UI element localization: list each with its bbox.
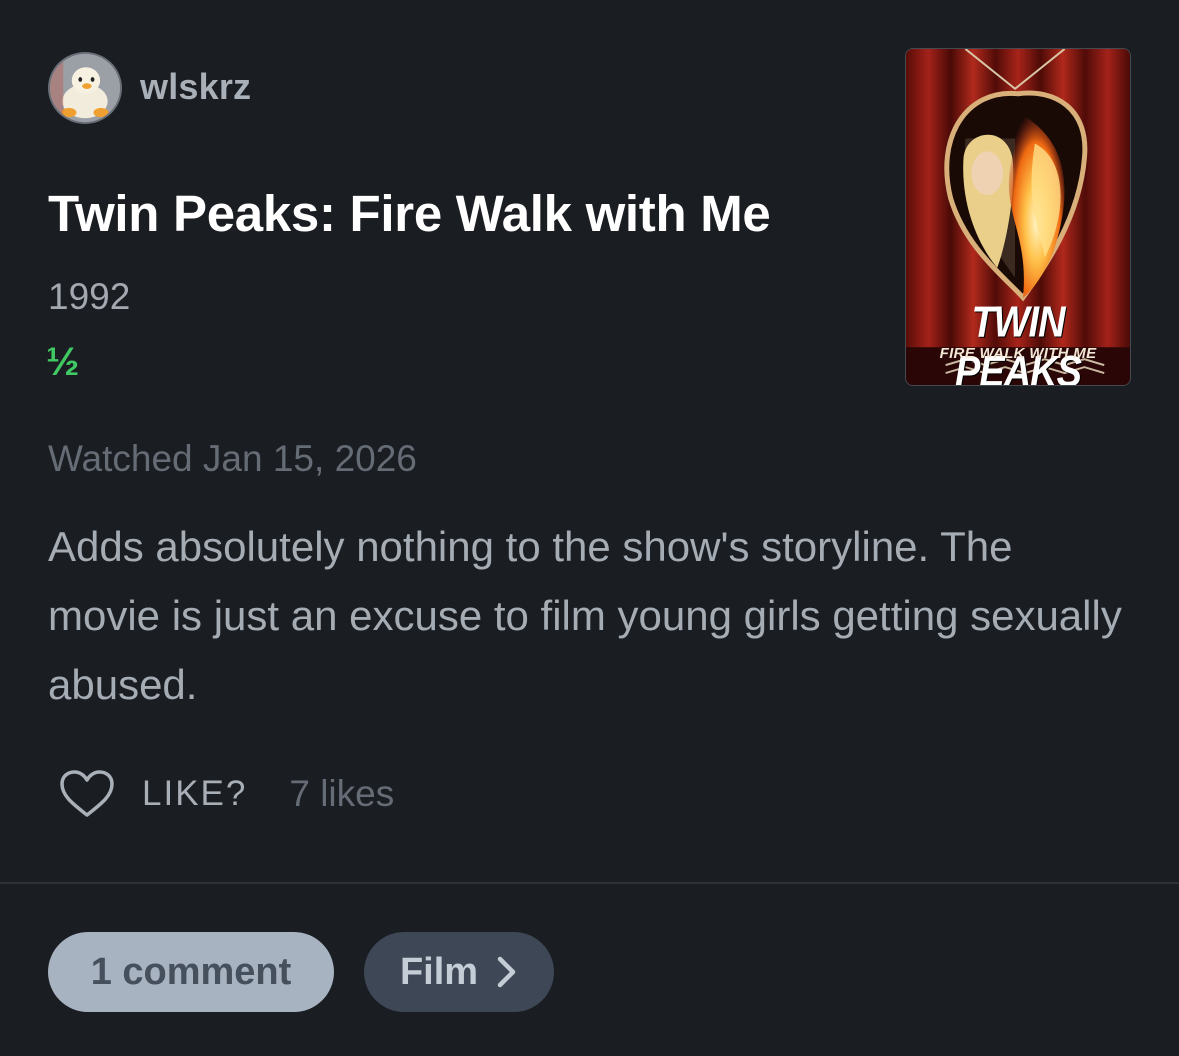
like-button[interactable]: LIKE? [142, 774, 247, 814]
heart-outline-icon[interactable] [58, 769, 116, 819]
film-label: Film [399, 950, 479, 993]
comments-button[interactable]: 1 comment [48, 932, 334, 1012]
poster-subtitle: FIRE WALK WITH ME [939, 345, 1097, 362]
duck-plush-icon [50, 54, 120, 122]
avatar[interactable] [48, 52, 122, 124]
star-rating: ½ [46, 340, 80, 384]
film-title[interactable]: Twin Peaks: Fire Walk with Me [48, 184, 771, 243]
film-year: 1992 [48, 276, 131, 317]
like-row: LIKE? 7 likes [58, 766, 394, 822]
divider [0, 882, 1179, 884]
chevron-right-icon [497, 956, 516, 988]
watched-date: Watched Jan 15, 2026 [48, 438, 417, 479]
likes-count[interactable]: 7 likes [289, 773, 394, 815]
comments-label: 1 comment [90, 950, 292, 993]
film-button[interactable]: Film [364, 932, 554, 1012]
poster-title: TWIN PEAKS [955, 298, 1082, 386]
review-text: Adds absolutely nothing to the show's st… [48, 523, 1122, 708]
film-poster[interactable]: TWIN PEAKS FIRE WALK WITH ME [905, 48, 1131, 386]
username[interactable]: wlskrz [140, 66, 251, 108]
